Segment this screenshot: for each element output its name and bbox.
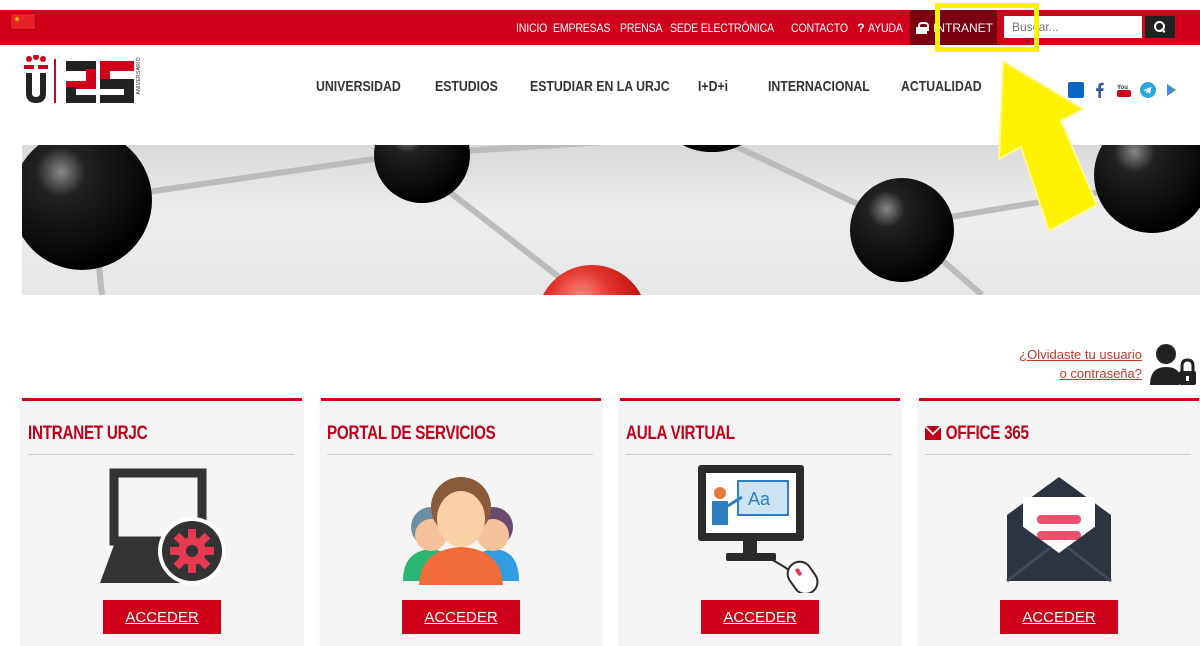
card-divider	[28, 454, 294, 455]
nav-estudios[interactable]: ESTUDIOS	[435, 78, 513, 95]
nav-internacional[interactable]: INTERNACIONAL	[768, 78, 877, 95]
top-link-sede-electronica[interactable]: SEDE ELECTRÓNICA	[670, 21, 774, 35]
card-title: INTRANET URJC	[28, 423, 148, 444]
lock-icon	[916, 21, 929, 34]
forgot-link-line2[interactable]: o contraseña?	[1019, 364, 1142, 383]
help-link[interactable]: ? AYUDA	[857, 21, 907, 35]
people-group-icon	[403, 477, 519, 585]
card-portal-servicios: PORTAL DE SERVICIOS ACCEDER	[321, 398, 601, 646]
top-links: INICIO EMPRESAS PRENSA SEDE ELECTRÓNICA …	[516, 10, 907, 45]
top-link-empresas[interactable]: EMPRESAS	[553, 21, 610, 35]
nav-idi[interactable]: I+D+i	[698, 78, 755, 95]
forgot-credentials: ¿Olvidaste tu usuario o contraseña?	[1019, 345, 1142, 383]
top-link-contacto[interactable]: CONTACTO	[791, 21, 848, 35]
telegram-icon[interactable]	[1140, 82, 1156, 98]
main-nav: UNIVERSIDAD ESTUDIOS ESTUDIAR EN LA URJC…	[316, 78, 1001, 95]
card-title: AULA VIRTUAL	[626, 423, 735, 444]
top-link-prensa[interactable]: PRENSA	[620, 21, 663, 35]
virtual-classroom-icon: Aa	[698, 465, 819, 593]
card-title: OFFICE 365	[945, 423, 1029, 444]
forgot-link-line1[interactable]: ¿Olvidaste tu usuario	[1019, 345, 1142, 364]
acceder-aula-button[interactable]: ACCEDER	[701, 600, 819, 634]
card-title-wrap: OFFICE 365	[925, 423, 1029, 445]
help-label: AYUDA	[867, 20, 903, 35]
pointer-arrow-icon	[997, 59, 1099, 233]
logo-side-text: ANIVERSARIO	[136, 57, 142, 95]
acceder-portal-button[interactable]: ACCEDER	[402, 600, 520, 634]
laptop-gear-icon	[100, 468, 226, 585]
question-icon: ?	[857, 20, 865, 35]
google-play-icon[interactable]	[1164, 82, 1180, 98]
nav-universidad[interactable]: UNIVERSIDAD	[316, 78, 414, 95]
acceder-intranet-button[interactable]: ACCEDER	[103, 600, 221, 634]
card-divider	[626, 454, 892, 455]
card-title: PORTAL DE SERVICIOS	[327, 423, 496, 444]
search-button[interactable]	[1145, 16, 1175, 38]
acceder-office-button[interactable]: ACCEDER	[1000, 600, 1118, 634]
card-divider	[925, 454, 1191, 455]
user-lock-icon	[1150, 344, 1196, 385]
top-link-inicio[interactable]: INICIO	[516, 21, 547, 35]
card-office-365: OFFICE 365 ACCEDER	[919, 398, 1199, 646]
youtube-icon[interactable]: You	[1116, 82, 1132, 98]
nav-estudiar-en-la-urjc[interactable]: ESTUDIAR EN LA URJC	[530, 78, 670, 95]
card-divider	[327, 454, 593, 455]
open-envelope-icon	[1006, 477, 1112, 583]
language-flag-icon[interactable]	[10, 13, 36, 30]
card-aula-virtual: AULA VIRTUAL Aa ACCEDER	[620, 398, 900, 646]
search-icon	[1154, 21, 1166, 33]
urjc-logo[interactable]: ANIVERSARIO	[22, 54, 152, 105]
intranet-highlight-box	[935, 3, 1039, 52]
envelope-icon	[925, 426, 941, 440]
svg-text:Aa: Aa	[748, 489, 771, 509]
card-intranet: INTRANET URJC ACCEDER	[22, 398, 302, 646]
